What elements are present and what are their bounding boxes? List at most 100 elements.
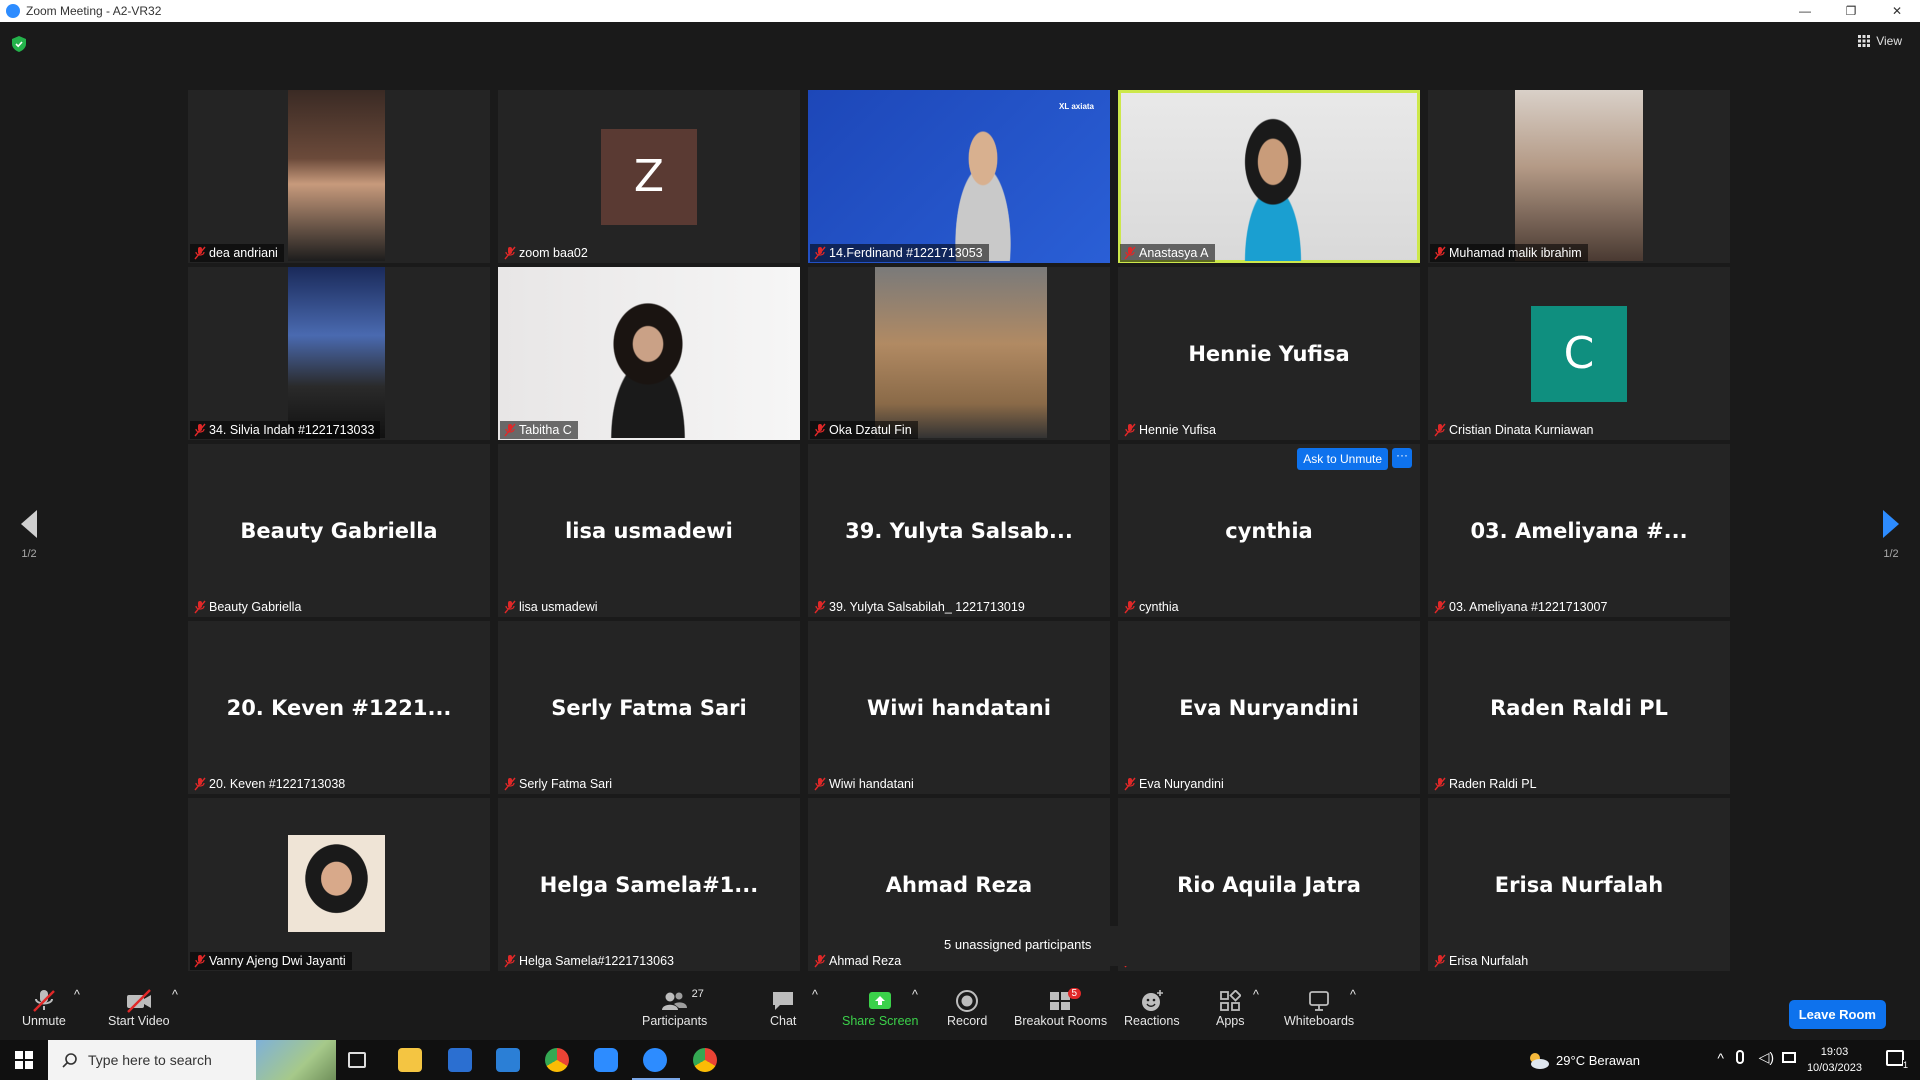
- participant-name-label: Cristian Dinata Kurniawan: [1430, 421, 1600, 439]
- chrome-profile-icon[interactable]: [693, 1048, 717, 1072]
- participant-display-name: 20. Keven #1221...: [226, 695, 452, 720]
- participant-tile[interactable]: Eva Nuryandini Eva Nuryandini: [1118, 621, 1420, 794]
- breakout-rooms-button[interactable]: 5 Breakout Rooms: [1014, 988, 1107, 1028]
- chrome-icon[interactable]: [545, 1048, 569, 1072]
- audio-options-caret[interactable]: ^: [74, 988, 80, 1002]
- restore-icon[interactable]: ❐: [1828, 0, 1874, 22]
- unmute-button[interactable]: Unmute: [22, 988, 66, 1028]
- start-video-button[interactable]: Start Video: [108, 988, 170, 1028]
- taskbar-search-box[interactable]: Type here to search: [48, 1040, 336, 1080]
- participant-tile[interactable]: 39. Yulyta Salsab... 39. Yulyta Salsabila…: [808, 444, 1110, 617]
- participant-tile[interactable]: Hennie Yufisa Hennie Yufisa: [1118, 267, 1420, 440]
- notifications-icon[interactable]: 1: [1886, 1050, 1908, 1070]
- participant-display-name: 39. Yulyta Salsab...: [845, 518, 1073, 543]
- network-icon[interactable]: [1782, 1052, 1796, 1063]
- participant-tile[interactable]: cynthia Ask to Unmute ··· cynthia: [1118, 444, 1420, 617]
- participant-video: [288, 267, 385, 438]
- window-controls: — ❐ ✕: [1782, 0, 1920, 22]
- participant-tile[interactable]: 34. Silvia Indah #1221713033: [188, 267, 490, 440]
- participant-name-label: Raden Raldi PL: [1430, 775, 1543, 793]
- participant-video: [875, 267, 1047, 438]
- chat-options-caret[interactable]: ^: [812, 988, 818, 1002]
- participant-name-label: Ahmad Reza: [810, 952, 907, 970]
- participant-name-label: Anastasya A: [1120, 244, 1215, 262]
- muted-mic-icon: [1434, 423, 1446, 437]
- participant-tile[interactable]: 03. Ameliyana #... 03. Ameliyana #1221713…: [1428, 444, 1730, 617]
- participant-tile[interactable]: XL axiata 14.Ferdinand #1221713053: [808, 90, 1110, 263]
- participants-button[interactable]: 27 Participants: [642, 988, 707, 1028]
- participant-tile[interactable]: Vanny Ajeng Dwi Jayanti: [188, 798, 490, 971]
- prev-page-button[interactable]: 1/2: [14, 510, 44, 560]
- mail-icon[interactable]: [496, 1048, 520, 1072]
- participants-count: 27: [691, 988, 704, 1000]
- participant-name: Beauty Gabriella: [209, 600, 302, 614]
- next-page-button[interactable]: 1/2: [1876, 510, 1906, 560]
- participant-display-name: Serly Fatma Sari: [551, 695, 747, 720]
- participant-tile[interactable]: Muhamad malik ibrahim: [1428, 90, 1730, 263]
- participant-tile[interactable]: Wiwi handatani Wiwi handatani: [808, 621, 1110, 794]
- participant-name-label: Wiwi handatani: [810, 775, 920, 793]
- muted-mic-icon: [1434, 246, 1446, 260]
- participant-name: Anastasya A: [1139, 246, 1209, 260]
- participant-name: 03. Ameliyana #1221713007: [1449, 600, 1608, 614]
- participant-tile[interactable]: Serly Fatma Sari Serly Fatma Sari: [498, 621, 800, 794]
- participant-tile[interactable]: lisa usmadewi lisa usmadewi: [498, 444, 800, 617]
- share-screen-button[interactable]: Share Screen: [842, 988, 918, 1028]
- close-icon[interactable]: ✕: [1874, 0, 1920, 22]
- encryption-shield-icon[interactable]: [12, 36, 26, 52]
- apps-options-caret[interactable]: ^: [1253, 988, 1259, 1002]
- clock-time: 19:03: [1820, 1046, 1849, 1058]
- participants-icon: [661, 992, 687, 1010]
- participant-name-label: Beauty Gabriella: [190, 598, 307, 616]
- zoom-taskbar-icon[interactable]: [594, 1048, 618, 1072]
- participant-tile[interactable]: Helga Samela#1... Helga Samela#1221713063: [498, 798, 800, 971]
- participant-tile[interactable]: Raden Raldi PL Raden Raldi PL: [1428, 621, 1730, 794]
- clock[interactable]: 19:03 10/03/2023: [1807, 1044, 1862, 1076]
- more-options-button[interactable]: ···: [1392, 448, 1412, 468]
- participant-display-name: Rio Aquila Jatra: [1177, 872, 1361, 897]
- ask-to-unmute-button[interactable]: Ask to Unmute: [1297, 448, 1388, 470]
- record-button[interactable]: Record: [947, 988, 987, 1028]
- muted-mic-icon: [194, 246, 206, 260]
- participant-tile[interactable]: Zzoom baa02: [498, 90, 800, 263]
- view-button[interactable]: View: [1858, 34, 1902, 48]
- participant-name: Cristian Dinata Kurniawan: [1449, 423, 1594, 437]
- participant-tile[interactable]: Tabitha C: [498, 267, 800, 440]
- participant-tile[interactable]: Beauty Gabriella Beauty Gabriella: [188, 444, 490, 617]
- video-options-caret[interactable]: ^: [172, 988, 178, 1002]
- participant-tile[interactable]: dea andriani: [188, 90, 490, 263]
- volume-icon[interactable]: ◁): [1759, 1049, 1774, 1066]
- company-logo: XL axiata: [1059, 102, 1094, 111]
- start-button[interactable]: [0, 1040, 48, 1080]
- share-screen-label: Share Screen: [842, 1014, 919, 1028]
- participant-name: Erisa Nurfalah: [1449, 954, 1529, 968]
- file-explorer-icon[interactable]: [398, 1048, 422, 1072]
- microphone-tray-icon[interactable]: [1736, 1050, 1744, 1064]
- share-options-caret[interactable]: ^: [912, 988, 918, 1002]
- reactions-button[interactable]: Reactions: [1124, 988, 1180, 1028]
- task-view-icon[interactable]: [348, 1052, 366, 1068]
- chat-button[interactable]: Chat: [770, 988, 796, 1028]
- whiteboard-options-caret[interactable]: ^: [1350, 988, 1356, 1002]
- participant-display-name: lisa usmadewi: [565, 518, 733, 543]
- participant-tile[interactable]: Oka Dzatul Fin: [808, 267, 1110, 440]
- participant-tile[interactable]: Erisa Nurfalah Erisa Nurfalah: [1428, 798, 1730, 971]
- tray-overflow-caret-icon[interactable]: ^: [1717, 1050, 1724, 1066]
- participant-name: Tabitha C: [519, 423, 572, 437]
- store-icon[interactable]: [448, 1048, 472, 1072]
- zoom-meeting-taskbar-icon[interactable]: [643, 1048, 667, 1072]
- participant-tile[interactable]: Anastasya A: [1118, 90, 1420, 263]
- participant-name: lisa usmadewi: [519, 600, 598, 614]
- grid-view-icon: [1858, 35, 1871, 47]
- apps-button[interactable]: Apps: [1216, 988, 1245, 1028]
- participant-tile[interactable]: C Cristian Dinata Kurniawan: [1428, 267, 1730, 440]
- participant-name: Raden Raldi PL: [1449, 777, 1537, 791]
- participant-display-name: Ahmad Reza: [885, 872, 1033, 897]
- whiteboards-button[interactable]: Whiteboards: [1284, 988, 1354, 1028]
- participant-name-label: Serly Fatma Sari: [500, 775, 618, 793]
- minimize-icon[interactable]: —: [1782, 0, 1828, 22]
- participant-name: 14.Ferdinand #1221713053: [829, 246, 983, 260]
- participant-tile[interactable]: 20. Keven #1221... 20. Keven #1221713038: [188, 621, 490, 794]
- weather-widget[interactable]: 29°C Berawan: [1526, 1050, 1640, 1070]
- leave-room-button[interactable]: Leave Room: [1788, 1000, 1886, 1029]
